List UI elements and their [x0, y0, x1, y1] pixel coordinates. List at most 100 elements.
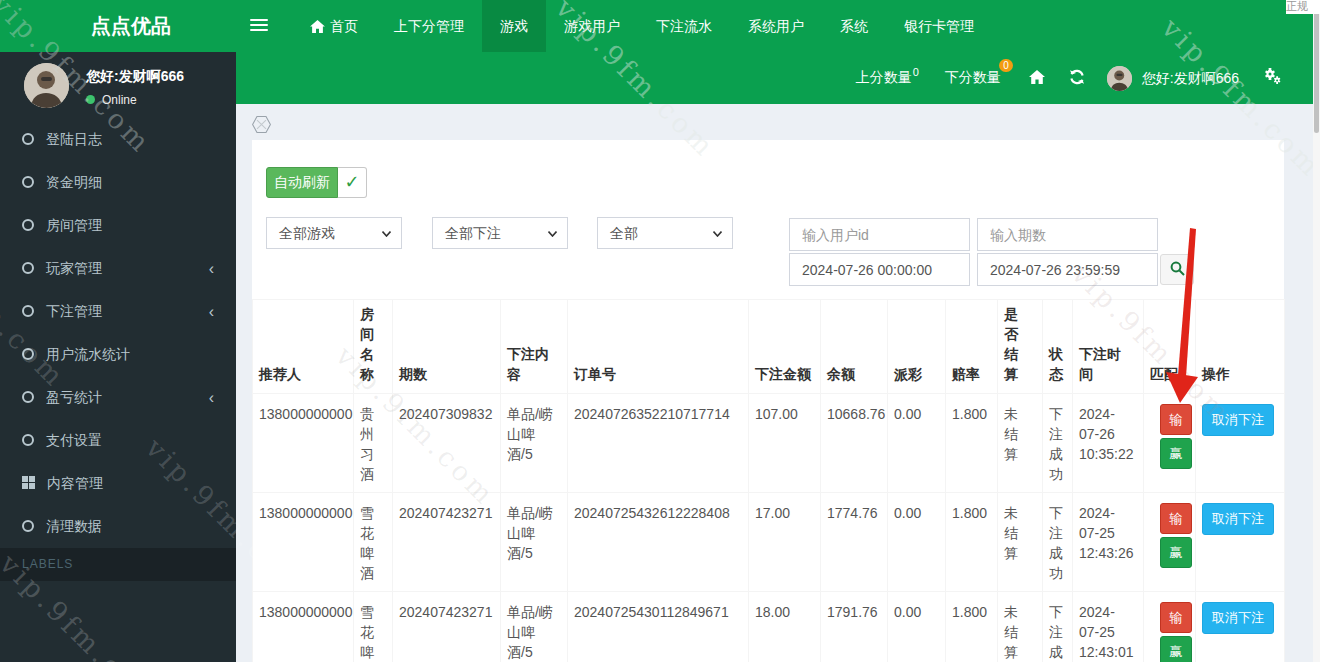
- lose-button[interactable]: 输: [1160, 404, 1192, 435]
- sidebar-item-9[interactable]: 清理数据: [0, 505, 236, 548]
- cell-period: 202407423271: [393, 592, 501, 662]
- cell-balance: 10668.76: [821, 394, 888, 493]
- cancel-bet-button[interactable]: 取消下注: [1202, 602, 1274, 634]
- nav-item-2[interactable]: 游戏: [482, 0, 546, 52]
- date-from-input[interactable]: [789, 253, 970, 286]
- main-content: 自动刷新✓ 全部游戏 全部下注 全部 推荐人房间名称期数下注内容订单号下注金额余…: [236, 104, 1313, 662]
- user-menu[interactable]: 您好:发财啊666: [1107, 66, 1239, 91]
- date-to-input[interactable]: [977, 253, 1158, 286]
- hamburger-menu-icon[interactable]: [250, 19, 268, 34]
- nav-item-4[interactable]: 下注流水: [638, 0, 730, 52]
- cell-amount: 107.00: [749, 394, 821, 493]
- cancel-bet-button[interactable]: 取消下注: [1202, 404, 1274, 436]
- game-filter-select[interactable]: 全部游戏: [266, 217, 402, 249]
- up-score-count: 0: [913, 66, 919, 78]
- sidebar-item-4[interactable]: 下注管理‹: [0, 290, 236, 333]
- brand-logo[interactable]: 点点优品: [0, 0, 236, 52]
- win-button[interactable]: 赢: [1160, 438, 1192, 469]
- cell-balance: 1774.76: [821, 493, 888, 592]
- cell-settle: 未结算: [998, 394, 1043, 493]
- search-button[interactable]: [1160, 254, 1194, 285]
- down-score-link[interactable]: 下分数量0: [945, 69, 1001, 87]
- col-header-10: 状态: [1043, 300, 1073, 394]
- cell-match: 输赢: [1144, 394, 1196, 493]
- cell-period: 202407309832: [393, 394, 501, 493]
- online-dot: [86, 95, 95, 104]
- chevron-down-icon: [382, 231, 391, 237]
- circle-icon: [22, 391, 34, 403]
- chevron-left-icon: ‹: [209, 376, 214, 419]
- user-avatar: [24, 63, 69, 108]
- col-header-3: 下注内容: [501, 300, 568, 394]
- period-input[interactable]: [977, 218, 1158, 251]
- scrollbar[interactable]: [1313, 0, 1320, 662]
- nav-item-3[interactable]: 游戏用户: [546, 0, 638, 52]
- labels-section-header: LABELS: [0, 548, 236, 581]
- cell-period: 202407423271: [393, 493, 501, 592]
- lose-button[interactable]: 输: [1160, 503, 1192, 534]
- sidebar-item-0[interactable]: 登陆日志: [0, 118, 236, 161]
- circle-icon: [22, 219, 34, 231]
- win-button[interactable]: 赢: [1160, 636, 1192, 662]
- nav-item-5[interactable]: 系统用户: [730, 0, 822, 52]
- sidebar-item-8[interactable]: 内容管理: [0, 462, 236, 505]
- sidebar-item-2[interactable]: 房间管理: [0, 204, 236, 247]
- cell-content: 单品/崂山啤酒/5: [501, 592, 568, 662]
- circle-icon: [22, 520, 34, 532]
- nav-item-6[interactable]: 系统: [822, 0, 886, 52]
- col-header-4: 订单号: [568, 300, 749, 394]
- cell-action: 取消下注: [1196, 394, 1285, 493]
- col-header-8: 赔率: [946, 300, 998, 394]
- sidebar-item-5[interactable]: 用户流水统计: [0, 333, 236, 376]
- refresh-icon-button[interactable]: [1069, 69, 1085, 88]
- col-header-5: 下注金额: [749, 300, 821, 394]
- circle-icon: [22, 262, 34, 274]
- nav-item-0[interactable]: 首页: [292, 0, 376, 52]
- circle-icon: [22, 305, 34, 317]
- cell-time: 2024-07-25 12:43:26: [1073, 493, 1144, 592]
- col-header-12: 匹配: [1144, 300, 1196, 394]
- table-row: 138000000000贵州习酒202407309832单品/崂山啤酒/5202…: [253, 394, 1285, 493]
- table-header-row: 推荐人房间名称期数下注内容订单号下注金额余额派彩赔率是否结算状态下注时间匹配操作: [253, 300, 1285, 394]
- sidebar-item-3[interactable]: 玩家管理‹: [0, 247, 236, 290]
- col-header-9: 是否结算: [998, 300, 1043, 394]
- up-score-link[interactable]: 上分数量0: [856, 69, 919, 87]
- home-icon-button[interactable]: [1029, 70, 1045, 87]
- lose-button[interactable]: 输: [1160, 602, 1192, 633]
- auto-refresh-checkbox[interactable]: ✓: [338, 167, 367, 198]
- cell-status: 下注成功: [1043, 592, 1073, 662]
- chevron-left-icon: ‹: [209, 290, 214, 333]
- auto-refresh-button[interactable]: 自动刷新: [266, 167, 338, 198]
- cell-odds: 1.800: [946, 493, 998, 592]
- sidebar-user-panel: 您好:发财啊666 Online: [0, 52, 236, 114]
- table-row: 138000000000雪花啤酒202407423271单品/崂山啤酒/5202…: [253, 592, 1285, 662]
- sidebar-item-7[interactable]: 支付设置: [0, 419, 236, 462]
- cell-settle: 未结算: [998, 493, 1043, 592]
- chevron-down-icon: [713, 231, 722, 237]
- sidebar-item-6[interactable]: 盈亏统计‹: [0, 376, 236, 419]
- cell-order: 20240725430112849671: [568, 592, 749, 662]
- user-id-input[interactable]: [789, 218, 970, 251]
- cancel-bet-button[interactable]: 取消下注: [1202, 503, 1274, 535]
- cell-status: 下注成功: [1043, 493, 1073, 592]
- settings-gear-icon[interactable]: [1259, 68, 1281, 88]
- cell-match: 输赢: [1144, 493, 1196, 592]
- col-header-2: 期数: [393, 300, 501, 394]
- user-status: Online: [86, 93, 184, 107]
- cell-odds: 1.800: [946, 394, 998, 493]
- nav-item-1[interactable]: 上下分管理: [376, 0, 482, 52]
- col-header-6: 余额: [821, 300, 888, 394]
- cell-odds: 1.800: [946, 592, 998, 662]
- circle-icon: [22, 176, 34, 188]
- user-toolbar: 上分数量0 下分数量0 您好:发财啊666: [236, 52, 1313, 104]
- win-button[interactable]: 赢: [1160, 537, 1192, 568]
- sidebar-item-1[interactable]: 资金明细: [0, 161, 236, 204]
- cell-action: 取消下注: [1196, 592, 1285, 662]
- bet-filter-select[interactable]: 全部下注: [432, 217, 568, 249]
- cell-room: 雪花啤酒: [354, 592, 393, 662]
- scrollbar-thumb[interactable]: [1314, 8, 1319, 133]
- all-filter-select[interactable]: 全部: [597, 217, 733, 249]
- nav-item-7[interactable]: 银行卡管理: [886, 0, 992, 52]
- bets-table: 推荐人房间名称期数下注内容订单号下注金额余额派彩赔率是否结算状态下注时间匹配操作…: [252, 299, 1285, 662]
- col-header-13: 操作: [1196, 300, 1285, 394]
